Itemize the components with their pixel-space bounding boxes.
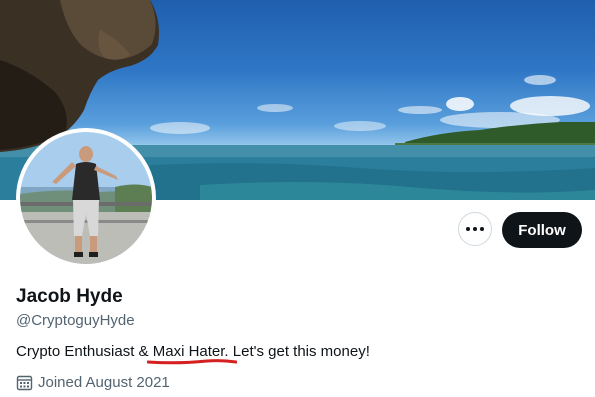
joined-date: Joined August 2021 xyxy=(38,374,170,391)
avatar-photo xyxy=(20,132,152,264)
calendar-icon xyxy=(16,375,33,391)
follow-button[interactable]: Follow xyxy=(502,212,582,248)
red-underline-annotation xyxy=(147,359,237,365)
user-handle: @CryptoguyHyde xyxy=(16,312,135,329)
more-options-button[interactable] xyxy=(458,212,492,246)
display-name: Jacob Hyde xyxy=(16,286,123,307)
joined-date-row: Joined August 2021 xyxy=(16,374,170,391)
more-horizontal-icon xyxy=(466,227,484,231)
profile-avatar[interactable] xyxy=(16,128,156,268)
